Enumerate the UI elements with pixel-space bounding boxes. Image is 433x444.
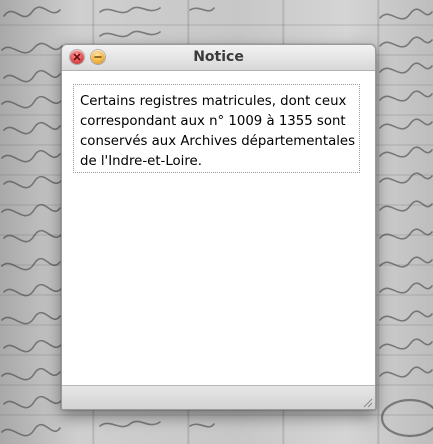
notice-window: Notice Certains registres matricules, do… <box>61 44 376 410</box>
window-title: Notice <box>193 49 244 65</box>
notice-message: Certains registres matricules, dont ceux… <box>80 94 356 169</box>
notice-text-box: Certains registres matricules, dont ceux… <box>73 84 360 173</box>
status-bar <box>62 385 375 409</box>
resize-grip-icon[interactable] <box>361 396 373 408</box>
title-bar[interactable]: Notice <box>62 45 375 71</box>
